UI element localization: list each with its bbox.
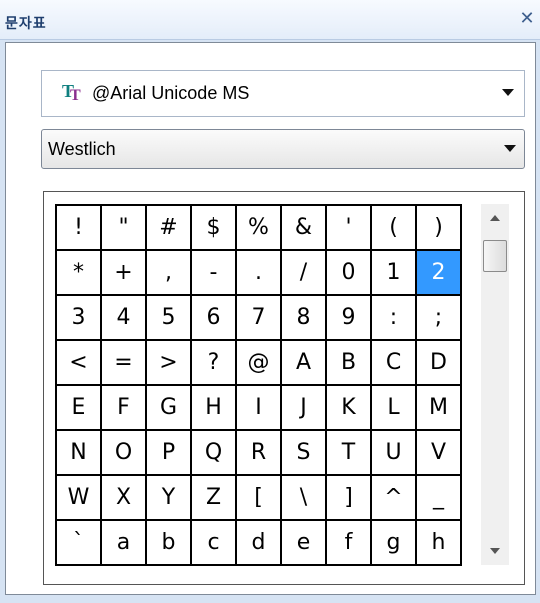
char-cell[interactable]: $ bbox=[192, 206, 237, 251]
char-cell[interactable]: & bbox=[282, 206, 327, 251]
character-grid: ! " # $% & '() * +, -./0 1 2 3 4 5 6 7 8 9:; < = >? @ A B C D E F G H… bbox=[55, 204, 462, 566]
char-cell[interactable]: Q bbox=[192, 431, 237, 476]
char-cell[interactable]: ; bbox=[417, 296, 462, 341]
char-cell[interactable]: W bbox=[57, 476, 102, 521]
char-cell[interactable]: : bbox=[372, 296, 417, 341]
character-map-panel: T T @Arial Unicode MS Westlich ! " # $% & '()… bbox=[5, 42, 536, 595]
char-cell[interactable]: d bbox=[237, 521, 282, 566]
char-cell[interactable]: @ bbox=[237, 341, 282, 386]
char-cell[interactable]: P bbox=[147, 431, 192, 476]
char-cell[interactable]: [ bbox=[237, 476, 282, 521]
char-cell[interactable]: e bbox=[282, 521, 327, 566]
char-cell[interactable]: _ bbox=[417, 476, 462, 521]
vertical-scrollbar[interactable] bbox=[481, 204, 509, 565]
char-cell[interactable]: - bbox=[192, 251, 237, 296]
char-cell[interactable]: h bbox=[417, 521, 462, 566]
char-cell[interactable]: 0 bbox=[327, 251, 372, 296]
char-cell[interactable]: C bbox=[372, 341, 417, 386]
char-cell[interactable]: S bbox=[282, 431, 327, 476]
char-cell[interactable]: % bbox=[237, 206, 282, 251]
char-cell[interactable]: L bbox=[372, 386, 417, 431]
char-cell[interactable]: c bbox=[192, 521, 237, 566]
char-cell[interactable]: ' bbox=[327, 206, 372, 251]
chevron-down-icon[interactable] bbox=[504, 145, 516, 152]
char-cell[interactable]: Y bbox=[147, 476, 192, 521]
char-cell[interactable]: * bbox=[57, 251, 102, 296]
char-cell[interactable]: 7 bbox=[237, 296, 282, 341]
char-cell[interactable]: ) bbox=[417, 206, 462, 251]
char-cell[interactable]: F bbox=[102, 386, 147, 431]
char-cell[interactable]: ? bbox=[192, 341, 237, 386]
char-cell[interactable]: ( bbox=[372, 206, 417, 251]
scroll-down-icon[interactable] bbox=[481, 537, 509, 565]
char-cell[interactable]: R bbox=[237, 431, 282, 476]
char-cell[interactable]: , bbox=[147, 251, 192, 296]
char-cell[interactable]: 3 bbox=[57, 296, 102, 341]
char-cell[interactable]: > bbox=[147, 341, 192, 386]
font-dropdown[interactable]: T T @Arial Unicode MS bbox=[41, 70, 525, 117]
char-cell[interactable]: b bbox=[147, 521, 192, 566]
char-cell[interactable]: Z bbox=[192, 476, 237, 521]
char-cell[interactable]: = bbox=[102, 341, 147, 386]
char-cell[interactable]: M bbox=[417, 386, 462, 431]
char-cell[interactable]: V bbox=[417, 431, 462, 476]
char-cell[interactable]: 5 bbox=[147, 296, 192, 341]
close-icon[interactable]: ✕ bbox=[516, 8, 538, 30]
char-cell[interactable]: # bbox=[147, 206, 192, 251]
char-cell[interactable]: K bbox=[327, 386, 372, 431]
char-cell[interactable]: 1 bbox=[372, 251, 417, 296]
char-cell[interactable]: 9 bbox=[327, 296, 372, 341]
char-cell[interactable]: < bbox=[57, 341, 102, 386]
char-cell[interactable]: a bbox=[102, 521, 147, 566]
subset-dropdown[interactable]: Westlich bbox=[41, 129, 525, 169]
char-cell[interactable]: ` bbox=[57, 521, 102, 566]
char-cell[interactable]: f bbox=[327, 521, 372, 566]
character-grid-container: ! " # $% & '() * +, -./0 1 2 3 4 5 6 7 8 9:; < = >? @ A B C D E F G H… bbox=[43, 191, 525, 585]
char-cell[interactable]: ] bbox=[327, 476, 372, 521]
char-cell[interactable]: X bbox=[102, 476, 147, 521]
truetype-font-icon: T T bbox=[62, 80, 81, 104]
char-cell[interactable]: G bbox=[147, 386, 192, 431]
title-bar: 문자표 ✕ bbox=[0, 0, 540, 40]
char-cell[interactable]: / bbox=[282, 251, 327, 296]
char-cell[interactable]: H bbox=[192, 386, 237, 431]
scroll-thumb[interactable] bbox=[483, 240, 507, 272]
char-cell[interactable]: 2 bbox=[417, 251, 462, 296]
char-cell[interactable]: ! bbox=[57, 206, 102, 251]
char-cell[interactable]: " bbox=[102, 206, 147, 251]
char-cell[interactable]: I bbox=[237, 386, 282, 431]
subset-name: Westlich bbox=[48, 138, 116, 159]
char-cell[interactable]: . bbox=[237, 251, 282, 296]
window-title: 문자표 bbox=[5, 16, 47, 32]
char-cell[interactable]: B bbox=[327, 341, 372, 386]
font-name: @Arial Unicode MS bbox=[92, 83, 250, 103]
char-cell[interactable]: ^ bbox=[372, 476, 417, 521]
char-cell[interactable]: + bbox=[102, 251, 147, 296]
chevron-down-icon[interactable] bbox=[502, 89, 514, 96]
char-cell[interactable]: D bbox=[417, 341, 462, 386]
scroll-up-icon[interactable] bbox=[481, 204, 509, 232]
char-cell[interactable]: 8 bbox=[282, 296, 327, 341]
char-cell[interactable]: \ bbox=[282, 476, 327, 521]
char-cell[interactable]: g bbox=[372, 521, 417, 566]
char-cell[interactable]: O bbox=[102, 431, 147, 476]
char-cell[interactable]: U bbox=[372, 431, 417, 476]
char-cell[interactable]: A bbox=[282, 341, 327, 386]
char-cell[interactable]: T bbox=[327, 431, 372, 476]
char-cell[interactable]: E bbox=[57, 386, 102, 431]
char-cell[interactable]: 4 bbox=[102, 296, 147, 341]
char-cell[interactable]: N bbox=[57, 431, 102, 476]
char-cell[interactable]: J bbox=[282, 386, 327, 431]
char-cell[interactable]: 6 bbox=[192, 296, 237, 341]
